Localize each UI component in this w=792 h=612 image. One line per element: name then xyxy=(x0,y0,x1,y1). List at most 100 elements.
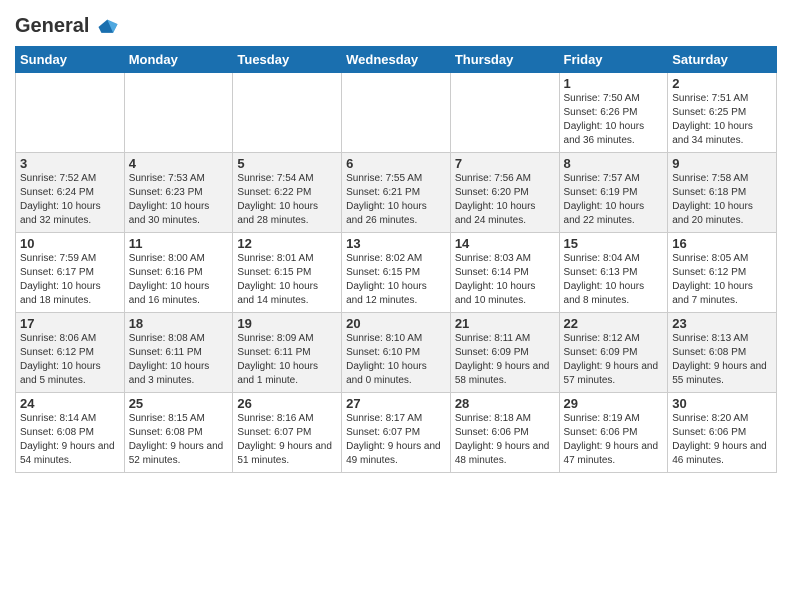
day-number: 21 xyxy=(455,316,555,331)
day-cell: 3Sunrise: 7:52 AM Sunset: 6:24 PM Daylig… xyxy=(16,152,125,232)
day-cell: 20Sunrise: 8:10 AM Sunset: 6:10 PM Dayli… xyxy=(342,312,451,392)
day-cell: 21Sunrise: 8:11 AM Sunset: 6:09 PM Dayli… xyxy=(450,312,559,392)
day-cell: 9Sunrise: 7:58 AM Sunset: 6:18 PM Daylig… xyxy=(668,152,777,232)
day-number: 27 xyxy=(346,396,446,411)
day-number: 28 xyxy=(455,396,555,411)
day-info: Sunrise: 7:52 AM Sunset: 6:24 PM Dayligh… xyxy=(20,172,120,228)
day-cell: 1Sunrise: 7:50 AM Sunset: 6:26 PM Daylig… xyxy=(559,72,668,152)
day-info: Sunrise: 8:03 AM Sunset: 6:14 PM Dayligh… xyxy=(455,252,555,308)
day-number: 9 xyxy=(672,156,772,171)
calendar-table: SundayMondayTuesdayWednesdayThursdayFrid… xyxy=(15,46,777,473)
day-info: Sunrise: 7:55 AM Sunset: 6:21 PM Dayligh… xyxy=(346,172,446,228)
day-number: 29 xyxy=(564,396,664,411)
day-number: 13 xyxy=(346,236,446,251)
day-number: 12 xyxy=(237,236,337,251)
day-number: 23 xyxy=(672,316,772,331)
day-number: 20 xyxy=(346,316,446,331)
day-info: Sunrise: 7:51 AM Sunset: 6:25 PM Dayligh… xyxy=(672,92,772,148)
weekday-header-monday: Monday xyxy=(124,46,233,72)
day-number: 15 xyxy=(564,236,664,251)
day-info: Sunrise: 8:18 AM Sunset: 6:06 PM Dayligh… xyxy=(455,412,555,468)
calendar-header: SundayMondayTuesdayWednesdayThursdayFrid… xyxy=(16,46,777,72)
day-cell: 28Sunrise: 8:18 AM Sunset: 6:06 PM Dayli… xyxy=(450,392,559,472)
day-number: 6 xyxy=(346,156,446,171)
day-cell xyxy=(342,72,451,152)
day-info: Sunrise: 8:04 AM Sunset: 6:13 PM Dayligh… xyxy=(564,252,664,308)
day-cell: 6Sunrise: 7:55 AM Sunset: 6:21 PM Daylig… xyxy=(342,152,451,232)
day-cell: 14Sunrise: 8:03 AM Sunset: 6:14 PM Dayli… xyxy=(450,232,559,312)
day-cell: 12Sunrise: 8:01 AM Sunset: 6:15 PM Dayli… xyxy=(233,232,342,312)
day-cell: 2Sunrise: 7:51 AM Sunset: 6:25 PM Daylig… xyxy=(668,72,777,152)
day-cell: 26Sunrise: 8:16 AM Sunset: 6:07 PM Dayli… xyxy=(233,392,342,472)
week-row-1: 1Sunrise: 7:50 AM Sunset: 6:26 PM Daylig… xyxy=(16,72,777,152)
day-info: Sunrise: 8:01 AM Sunset: 6:15 PM Dayligh… xyxy=(237,252,337,308)
day-number: 2 xyxy=(672,76,772,91)
day-number: 19 xyxy=(237,316,337,331)
day-info: Sunrise: 8:19 AM Sunset: 6:06 PM Dayligh… xyxy=(564,412,664,468)
day-cell xyxy=(124,72,233,152)
day-cell xyxy=(450,72,559,152)
day-cell: 13Sunrise: 8:02 AM Sunset: 6:15 PM Dayli… xyxy=(342,232,451,312)
day-number: 14 xyxy=(455,236,555,251)
day-info: Sunrise: 8:17 AM Sunset: 6:07 PM Dayligh… xyxy=(346,412,446,468)
day-info: Sunrise: 8:13 AM Sunset: 6:08 PM Dayligh… xyxy=(672,332,772,388)
day-info: Sunrise: 7:59 AM Sunset: 6:17 PM Dayligh… xyxy=(20,252,120,308)
day-number: 3 xyxy=(20,156,120,171)
day-number: 10 xyxy=(20,236,120,251)
day-cell: 5Sunrise: 7:54 AM Sunset: 6:22 PM Daylig… xyxy=(233,152,342,232)
day-cell: 17Sunrise: 8:06 AM Sunset: 6:12 PM Dayli… xyxy=(16,312,125,392)
day-info: Sunrise: 8:11 AM Sunset: 6:09 PM Dayligh… xyxy=(455,332,555,388)
day-cell: 10Sunrise: 7:59 AM Sunset: 6:17 PM Dayli… xyxy=(16,232,125,312)
day-cell: 23Sunrise: 8:13 AM Sunset: 6:08 PM Dayli… xyxy=(668,312,777,392)
weekday-header-thursday: Thursday xyxy=(450,46,559,72)
weekday-header-wednesday: Wednesday xyxy=(342,46,451,72)
day-number: 5 xyxy=(237,156,337,171)
page-header: General xyxy=(15,10,777,38)
day-number: 18 xyxy=(129,316,229,331)
page-container: General SundayMondayTuesdayWe xyxy=(0,0,792,483)
day-info: Sunrise: 7:56 AM Sunset: 6:20 PM Dayligh… xyxy=(455,172,555,228)
weekday-header-sunday: Sunday xyxy=(16,46,125,72)
day-info: Sunrise: 8:14 AM Sunset: 6:08 PM Dayligh… xyxy=(20,412,120,468)
weekday-header-saturday: Saturday xyxy=(668,46,777,72)
day-number: 30 xyxy=(672,396,772,411)
week-row-3: 10Sunrise: 7:59 AM Sunset: 6:17 PM Dayli… xyxy=(16,232,777,312)
day-info: Sunrise: 7:54 AM Sunset: 6:22 PM Dayligh… xyxy=(237,172,337,228)
week-row-2: 3Sunrise: 7:52 AM Sunset: 6:24 PM Daylig… xyxy=(16,152,777,232)
day-cell: 8Sunrise: 7:57 AM Sunset: 6:19 PM Daylig… xyxy=(559,152,668,232)
day-cell: 19Sunrise: 8:09 AM Sunset: 6:11 PM Dayli… xyxy=(233,312,342,392)
day-info: Sunrise: 7:50 AM Sunset: 6:26 PM Dayligh… xyxy=(564,92,664,148)
day-cell: 27Sunrise: 8:17 AM Sunset: 6:07 PM Dayli… xyxy=(342,392,451,472)
day-info: Sunrise: 8:15 AM Sunset: 6:08 PM Dayligh… xyxy=(129,412,229,468)
day-info: Sunrise: 8:09 AM Sunset: 6:11 PM Dayligh… xyxy=(237,332,337,388)
day-info: Sunrise: 8:06 AM Sunset: 6:12 PM Dayligh… xyxy=(20,332,120,388)
weekday-row: SundayMondayTuesdayWednesdayThursdayFrid… xyxy=(16,46,777,72)
day-cell: 18Sunrise: 8:08 AM Sunset: 6:11 PM Dayli… xyxy=(124,312,233,392)
day-number: 26 xyxy=(237,396,337,411)
day-number: 8 xyxy=(564,156,664,171)
day-cell: 16Sunrise: 8:05 AM Sunset: 6:12 PM Dayli… xyxy=(668,232,777,312)
day-number: 24 xyxy=(20,396,120,411)
week-row-5: 24Sunrise: 8:14 AM Sunset: 6:08 PM Dayli… xyxy=(16,392,777,472)
day-info: Sunrise: 8:08 AM Sunset: 6:11 PM Dayligh… xyxy=(129,332,229,388)
day-cell xyxy=(16,72,125,152)
day-number: 4 xyxy=(129,156,229,171)
day-cell: 11Sunrise: 8:00 AM Sunset: 6:16 PM Dayli… xyxy=(124,232,233,312)
day-info: Sunrise: 7:53 AM Sunset: 6:23 PM Dayligh… xyxy=(129,172,229,228)
week-row-4: 17Sunrise: 8:06 AM Sunset: 6:12 PM Dayli… xyxy=(16,312,777,392)
day-info: Sunrise: 8:02 AM Sunset: 6:15 PM Dayligh… xyxy=(346,252,446,308)
day-info: Sunrise: 7:58 AM Sunset: 6:18 PM Dayligh… xyxy=(672,172,772,228)
logo: General xyxy=(15,15,119,38)
day-number: 11 xyxy=(129,236,229,251)
day-cell: 25Sunrise: 8:15 AM Sunset: 6:08 PM Dayli… xyxy=(124,392,233,472)
day-info: Sunrise: 8:05 AM Sunset: 6:12 PM Dayligh… xyxy=(672,252,772,308)
day-info: Sunrise: 8:16 AM Sunset: 6:07 PM Dayligh… xyxy=(237,412,337,468)
day-number: 16 xyxy=(672,236,772,251)
day-cell: 29Sunrise: 8:19 AM Sunset: 6:06 PM Dayli… xyxy=(559,392,668,472)
day-cell xyxy=(233,72,342,152)
day-number: 25 xyxy=(129,396,229,411)
day-number: 22 xyxy=(564,316,664,331)
day-info: Sunrise: 7:57 AM Sunset: 6:19 PM Dayligh… xyxy=(564,172,664,228)
calendar-body: 1Sunrise: 7:50 AM Sunset: 6:26 PM Daylig… xyxy=(16,72,777,472)
day-cell: 24Sunrise: 8:14 AM Sunset: 6:08 PM Dayli… xyxy=(16,392,125,472)
